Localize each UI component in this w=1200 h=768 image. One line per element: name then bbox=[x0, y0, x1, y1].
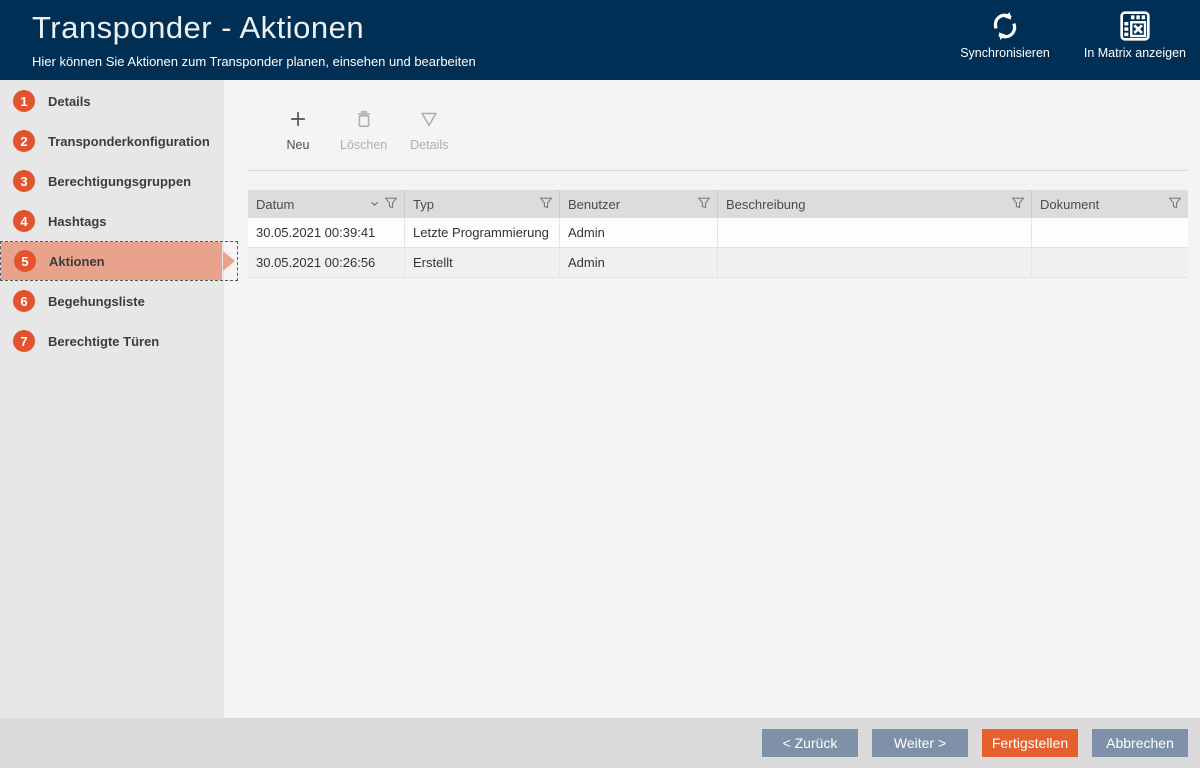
filter-funnel-icon[interactable] bbox=[384, 196, 398, 213]
cell-datum: 30.05.2021 00:39:41 bbox=[248, 218, 405, 247]
cancel-button[interactable]: Abbrechen bbox=[1092, 729, 1188, 757]
page-subtitle: Hier können Sie Aktionen zum Transponder… bbox=[32, 54, 476, 69]
header-actions: Synchronisieren bbox=[954, 8, 1192, 62]
cell-dokument bbox=[1032, 218, 1188, 247]
step-number-badge: 1 bbox=[13, 90, 35, 112]
sidebar-item-hashtags[interactable]: 4 Hashtags bbox=[0, 201, 224, 241]
sort-chevron-down-icon bbox=[369, 197, 380, 212]
sidebar-item-label: Begehungsliste bbox=[48, 294, 145, 309]
filter-funnel-icon[interactable] bbox=[1011, 196, 1025, 213]
column-header-datum[interactable]: Datum bbox=[248, 190, 405, 218]
step-number-badge: 3 bbox=[13, 170, 35, 192]
step-number-badge: 7 bbox=[13, 330, 35, 352]
main-content: Neu Löschen Details bbox=[224, 80, 1200, 718]
column-header-benutzer[interactable]: Benutzer bbox=[560, 190, 718, 218]
next-button[interactable]: Weiter > bbox=[872, 729, 968, 757]
show-in-matrix-button[interactable]: In Matrix anzeigen bbox=[1078, 8, 1192, 62]
step-number-badge: 5 bbox=[14, 250, 36, 272]
column-label: Benutzer bbox=[568, 197, 697, 212]
sidebar-item-details[interactable]: 1 Details bbox=[0, 81, 224, 121]
synchronize-label: Synchronisieren bbox=[960, 46, 1050, 60]
actions-toolbar: Neu Löschen Details bbox=[276, 108, 451, 152]
step-number-badge: 6 bbox=[13, 290, 35, 312]
new-button[interactable]: Neu bbox=[276, 108, 320, 152]
page-header: Transponder - Aktionen Hier können Sie A… bbox=[0, 0, 1200, 80]
plus-icon bbox=[287, 108, 309, 135]
delete-button-label: Löschen bbox=[340, 138, 387, 152]
sidebar-item-label: Transponderkonfiguration bbox=[48, 134, 210, 149]
step-number-badge: 4 bbox=[13, 210, 35, 232]
cell-benutzer: Admin bbox=[560, 218, 718, 247]
app-window: Transponder - Aktionen Hier können Sie A… bbox=[0, 0, 1200, 768]
back-button[interactable]: < Zurück bbox=[762, 729, 858, 757]
actions-table: Datum Typ bbox=[248, 190, 1188, 278]
page-title: Transponder - Aktionen bbox=[32, 10, 364, 46]
show-in-matrix-label: In Matrix anzeigen bbox=[1084, 46, 1186, 60]
sync-icon bbox=[989, 10, 1021, 42]
cell-typ: Letzte Programmierung bbox=[405, 218, 560, 247]
sidebar-item-begehungsliste[interactable]: 6 Begehungsliste bbox=[0, 281, 224, 321]
sidebar-item-transponderkonfiguration[interactable]: 2 Transponderkonfiguration bbox=[0, 121, 224, 161]
sidebar-item-label: Aktionen bbox=[49, 254, 105, 269]
new-button-label: Neu bbox=[287, 138, 310, 152]
delete-button[interactable]: Löschen bbox=[338, 108, 389, 152]
cell-datum: 30.05.2021 00:26:56 bbox=[248, 248, 405, 277]
table-row[interactable]: 30.05.2021 00:26:56 Erstellt Admin bbox=[248, 248, 1188, 278]
column-label: Dokument bbox=[1040, 197, 1168, 212]
sidebar-item-berechtigungsgruppen[interactable]: 3 Berechtigungsgruppen bbox=[0, 161, 224, 201]
cell-beschreibung bbox=[718, 248, 1032, 277]
sidebar-item-aktionen[interactable]: 5 Aktionen bbox=[0, 241, 238, 281]
step-number-badge: 2 bbox=[13, 130, 35, 152]
sidebar-item-label: Details bbox=[48, 94, 91, 109]
triangle-down-icon bbox=[418, 108, 440, 135]
column-label: Typ bbox=[413, 197, 539, 212]
cell-benutzer: Admin bbox=[560, 248, 718, 277]
details-button[interactable]: Details bbox=[407, 108, 451, 152]
column-label: Datum bbox=[256, 197, 369, 212]
synchronize-button[interactable]: Synchronisieren bbox=[954, 8, 1056, 62]
selected-step-arrow-icon bbox=[223, 251, 235, 271]
column-label: Beschreibung bbox=[726, 197, 1011, 212]
column-header-dokument[interactable]: Dokument bbox=[1032, 190, 1188, 218]
sidebar-item-label: Berechtigungsgruppen bbox=[48, 174, 191, 189]
sidebar-item-label: Hashtags bbox=[48, 214, 107, 229]
column-header-typ[interactable]: Typ bbox=[405, 190, 560, 218]
filter-funnel-icon[interactable] bbox=[539, 196, 553, 213]
details-button-label: Details bbox=[410, 138, 448, 152]
sidebar-item-label: Berechtigte Türen bbox=[48, 334, 159, 349]
wizard-step-sidebar: 1 Details 2 Transponderkonfiguration 3 B… bbox=[0, 80, 224, 718]
finish-button[interactable]: Fertigstellen bbox=[982, 729, 1078, 757]
cell-dokument bbox=[1032, 248, 1188, 277]
trash-icon bbox=[353, 108, 375, 135]
matrix-icon bbox=[1119, 10, 1151, 42]
sidebar-item-berechtigte-tueren[interactable]: 7 Berechtigte Türen bbox=[0, 321, 224, 361]
cell-beschreibung bbox=[718, 218, 1032, 247]
table-header-row: Datum Typ bbox=[248, 190, 1188, 218]
filter-funnel-icon[interactable] bbox=[697, 196, 711, 213]
cell-typ: Erstellt bbox=[405, 248, 560, 277]
wizard-footer: < Zurück Weiter > Fertigstellen Abbreche… bbox=[0, 718, 1200, 768]
column-header-beschreibung[interactable]: Beschreibung bbox=[718, 190, 1032, 218]
filter-funnel-icon[interactable] bbox=[1168, 196, 1182, 213]
table-row[interactable]: 30.05.2021 00:39:41 Letzte Programmierun… bbox=[248, 218, 1188, 248]
toolbar-divider bbox=[248, 170, 1188, 171]
